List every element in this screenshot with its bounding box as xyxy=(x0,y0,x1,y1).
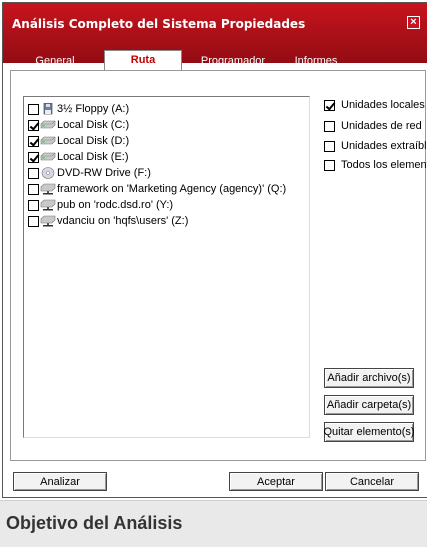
option-label: Unidades extraíbles xyxy=(341,140,427,152)
close-icon[interactable]: × xyxy=(407,16,420,29)
drive-label: framework on 'Marketing Agency (agency)'… xyxy=(57,183,287,195)
drive-label: vdanciu on 'hqfs\users' (Z:) xyxy=(57,215,189,227)
option-checkbox[interactable] xyxy=(324,120,335,132)
drive-label: Local Disk (C:) xyxy=(57,119,130,131)
drive-checkbox[interactable] xyxy=(28,151,39,163)
list-item-drive-z[interactable]: vdanciu on 'hqfs\users' (Z:) xyxy=(28,213,188,229)
accept-button[interactable]: Aceptar xyxy=(229,472,323,491)
drive-checkbox[interactable] xyxy=(28,103,39,115)
list-item-drive-d[interactable]: Local Disk (D:) xyxy=(28,133,129,149)
drive-label: 3½ Floppy (A:) xyxy=(57,103,130,115)
drive-label: Local Disk (D:) xyxy=(57,135,130,147)
floppy-icon xyxy=(43,103,53,115)
drive-label: pub on 'rodc.dsd.ro' (Y:) xyxy=(57,199,174,211)
drive-checkbox[interactable] xyxy=(28,183,39,195)
tab-bar: General Ruta Programador Informes xyxy=(3,50,427,71)
add-file-button[interactable]: Añadir archivo(s) xyxy=(324,368,414,388)
network-drive-icon xyxy=(40,199,56,211)
section-header: Objetivo del Análisis xyxy=(0,500,427,547)
title-bar[interactable]: Análisis Completo del Sistema Propiedade… xyxy=(3,3,427,71)
option-checkbox[interactable] xyxy=(324,140,335,152)
cancel-button[interactable]: Cancelar xyxy=(325,472,419,491)
drive-checkbox[interactable] xyxy=(28,119,39,131)
drive-label: DVD-RW Drive (F:) xyxy=(57,167,151,179)
remove-item-button[interactable]: Quitar elemento(s) xyxy=(323,422,415,442)
network-drive-icon xyxy=(40,183,56,195)
list-item-drive-q[interactable]: framework on 'Marketing Agency (agency)'… xyxy=(28,181,286,197)
list-item-drive-y[interactable]: pub on 'rodc.dsd.ro' (Y:) xyxy=(28,197,173,213)
option-label: Unidades locales xyxy=(341,99,425,111)
dvd-drive-icon xyxy=(41,167,55,179)
tab-ruta[interactable]: Ruta xyxy=(104,50,182,71)
drive-checkbox[interactable] xyxy=(28,199,39,211)
list-item-drive-e[interactable]: Local Disk (E:) xyxy=(28,149,129,165)
section-title: Objetivo del Análisis xyxy=(6,513,183,533)
window-title: Análisis Completo del Sistema Propiedade… xyxy=(12,17,306,31)
option-removable-drives[interactable]: Unidades extraíbles xyxy=(324,139,427,153)
hard-disk-icon xyxy=(40,152,56,161)
option-label: Todos los elementos xyxy=(341,159,427,171)
list-item-drive-c[interactable]: Local Disk (C:) xyxy=(28,117,129,133)
drive-checkbox[interactable] xyxy=(28,167,39,179)
properties-dialog: Análisis Completo del Sistema Propiedade… xyxy=(2,2,427,498)
tab-programador[interactable]: Programador xyxy=(193,55,273,71)
drive-checkbox[interactable] xyxy=(28,135,39,147)
option-local-drives[interactable]: Unidades locales xyxy=(324,98,425,112)
option-checkbox[interactable] xyxy=(324,99,335,111)
list-item-drive-f[interactable]: DVD-RW Drive (F:) xyxy=(28,165,151,181)
option-checkbox[interactable] xyxy=(324,159,335,171)
analyze-button[interactable]: Analizar xyxy=(13,472,107,491)
hard-disk-icon xyxy=(40,136,56,145)
tab-panel-ruta: 3½ Floppy (A:) Local Disk (C:) Local Dis… xyxy=(10,70,427,461)
tab-informes[interactable]: Informes xyxy=(286,55,346,71)
option-label: Unidades de red xyxy=(341,120,422,132)
add-folder-button[interactable]: Añadir carpeta(s) xyxy=(324,395,414,415)
drive-checkbox[interactable] xyxy=(28,215,39,227)
drive-label: Local Disk (E:) xyxy=(57,151,129,163)
option-network-drives[interactable]: Unidades de red xyxy=(324,119,422,133)
list-item-drive-a[interactable]: 3½ Floppy (A:) xyxy=(28,101,129,117)
tab-general[interactable]: General xyxy=(25,55,85,71)
hard-disk-icon xyxy=(40,120,56,129)
drive-list[interactable]: 3½ Floppy (A:) Local Disk (C:) Local Dis… xyxy=(23,96,310,438)
network-drive-icon xyxy=(40,215,56,227)
option-all-elements[interactable]: Todos los elementos xyxy=(324,158,427,172)
